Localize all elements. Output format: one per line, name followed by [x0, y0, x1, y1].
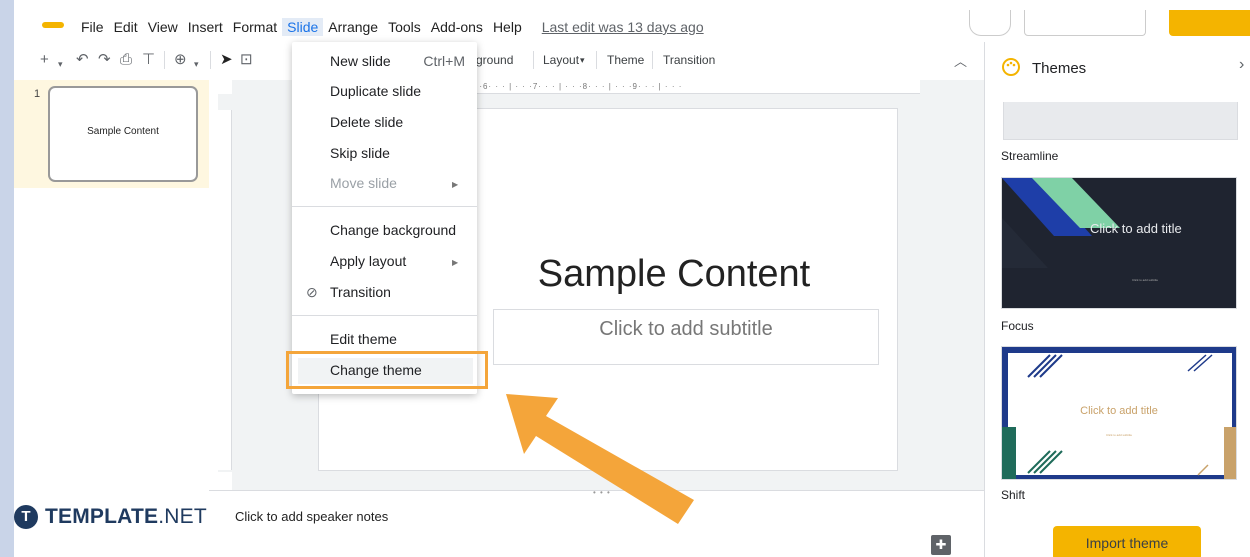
menu-edit[interactable]: Edit: [109, 18, 143, 36]
palette-icon: [1002, 58, 1020, 76]
share-button[interactable]: [1169, 10, 1250, 36]
toolbar-divider: [652, 51, 653, 69]
import-theme-button[interactable]: Import theme: [1053, 526, 1201, 557]
collapse-toolbar-icon[interactable]: ︿: [954, 53, 967, 71]
toolbar-divider: [210, 51, 211, 69]
menu-item-skip-slide[interactable]: Skip slide: [330, 142, 390, 164]
menu-item-delete-slide[interactable]: Delete slide: [330, 111, 403, 133]
present-button[interactable]: [1024, 10, 1146, 36]
subtitle-placeholder-box[interactable]: Click to add subtitle: [493, 309, 879, 365]
subtitle-placeholder: Click to add subtitle: [599, 318, 773, 340]
slide-thumbnail-text: Sample Content: [87, 126, 159, 137]
menu-item-edit-theme[interactable]: Edit theme: [330, 328, 397, 350]
theme-card-streamline[interactable]: Click to add title Click to add subtitle: [1001, 177, 1237, 309]
menu-format[interactable]: Format: [228, 18, 282, 36]
menu-addons[interactable]: Add-ons: [426, 18, 488, 36]
new-slide-shortcut: Ctrl+M: [423, 53, 465, 69]
menu-bar: File Edit View Insert Format Slide Arran…: [14, 10, 1250, 40]
slides-logo-icon[interactable]: [42, 22, 64, 28]
submenu-arrow-icon: ▶: [452, 258, 459, 267]
close-panel-icon[interactable]: ›: [1239, 56, 1244, 74]
menu-item-transition[interactable]: Transition: [330, 281, 391, 303]
last-edit-link[interactable]: Last edit was 13 days ago: [537, 18, 709, 36]
redo-icon[interactable]: ↷: [98, 51, 111, 69]
menu-help[interactable]: Help: [488, 18, 527, 36]
menu-list: File Edit View Insert Format Slide Arran…: [76, 18, 709, 36]
slides-app-window: File Edit View Insert Format Slide Arran…: [14, 0, 1250, 557]
new-slide-icon[interactable]: +: [40, 51, 49, 69]
watermark-text: TEMPLATE.NET: [45, 505, 207, 529]
themes-panel: Themes › Streamline Click to add title C…: [984, 42, 1250, 557]
slide-thumbnail[interactable]: Sample Content: [48, 86, 198, 182]
zoom-dropdown-icon[interactable]: ▾: [194, 55, 199, 73]
theme-name-focus: Focus: [1001, 319, 1034, 333]
toolbar-divider: [533, 51, 534, 69]
theme-button[interactable]: Theme: [607, 53, 644, 67]
orange-pointer-arrow-icon: [506, 394, 694, 524]
themes-panel-title: Themes: [1032, 60, 1087, 77]
new-slide-dropdown-icon[interactable]: ▾: [58, 55, 63, 73]
menu-item-duplicate-slide[interactable]: Duplicate slide: [330, 80, 421, 102]
theme-name-streamline: Streamline: [1001, 149, 1059, 163]
submenu-arrow-icon: ▶: [452, 180, 459, 189]
menu-divider: [292, 206, 477, 207]
menu-view[interactable]: View: [143, 18, 183, 36]
menu-file[interactable]: File: [76, 18, 109, 36]
menu-item-new-slide[interactable]: New slide: [330, 50, 391, 72]
streamline-card-title: Click to add title: [1090, 221, 1182, 236]
undo-icon[interactable]: ↶: [76, 51, 89, 69]
streamline-card-subtitle: Click to add subtitle: [1132, 278, 1159, 282]
theme-name-shift: Shift: [1001, 488, 1026, 502]
vertical-ruler: [218, 94, 232, 472]
print-icon[interactable]: ⎙: [120, 51, 132, 69]
focus-card-title: Click to add title: [1080, 405, 1158, 417]
slide-number: 1: [34, 88, 41, 100]
toolbar-divider: [164, 51, 165, 69]
watermark-brand: TEMPLATE: [45, 505, 159, 528]
transition-button[interactable]: Transition: [663, 53, 715, 67]
layout-button[interactable]: Layout: [543, 53, 579, 67]
toolbar-divider: [596, 51, 597, 69]
zoom-icon[interactable]: ⊕: [174, 51, 187, 69]
toolbar: + ▾ ↶ ↷ ⎙ ⊤ ⊕ ▾ ➤ ⊡ ckground Layout ▾ Th…: [14, 42, 980, 78]
slide-menu-dropdown: New slide Ctrl+M Duplicate slide Delete …: [292, 42, 477, 394]
change-theme-highlight-box: [286, 351, 488, 389]
layout-dropdown-icon[interactable]: ▾: [580, 55, 585, 66]
theme-card-previous[interactable]: [1003, 102, 1238, 140]
menu-item-move-slide: Move slide: [330, 175, 397, 191]
ruler-area: [218, 110, 232, 470]
menu-insert[interactable]: Insert: [183, 18, 228, 36]
template-logo-icon: T: [14, 505, 38, 529]
present-dropdown-button[interactable]: [969, 10, 1011, 36]
paint-format-icon[interactable]: ⊤: [142, 51, 155, 69]
menu-arrange[interactable]: Arrange: [323, 18, 383, 36]
speaker-notes-field[interactable]: Click to add speaker notes: [235, 509, 388, 524]
filmstrip: 1 Sample Content: [14, 80, 209, 500]
menu-slide[interactable]: Slide: [282, 18, 324, 36]
menu-tools[interactable]: Tools: [383, 18, 426, 36]
template-net-watermark: T TEMPLATE.NET: [14, 505, 207, 529]
streamline-preview-graphic: [1002, 178, 1120, 268]
text-box-icon[interactable]: ⊡: [240, 51, 253, 69]
menu-divider: [292, 315, 477, 316]
focus-card-subtitle: Click to add subtitle: [1105, 433, 1132, 437]
watermark-suffix: .NET: [158, 505, 207, 528]
explore-icon[interactable]: ✚: [931, 535, 951, 555]
transition-icon: ⊘: [306, 284, 318, 300]
theme-card-focus[interactable]: Click to add title Click to add subtitle: [1001, 346, 1237, 480]
menu-item-apply-layout[interactable]: Apply layout: [330, 250, 406, 272]
menu-item-change-background[interactable]: Change background: [330, 219, 456, 241]
select-cursor-icon[interactable]: ➤: [220, 51, 233, 69]
